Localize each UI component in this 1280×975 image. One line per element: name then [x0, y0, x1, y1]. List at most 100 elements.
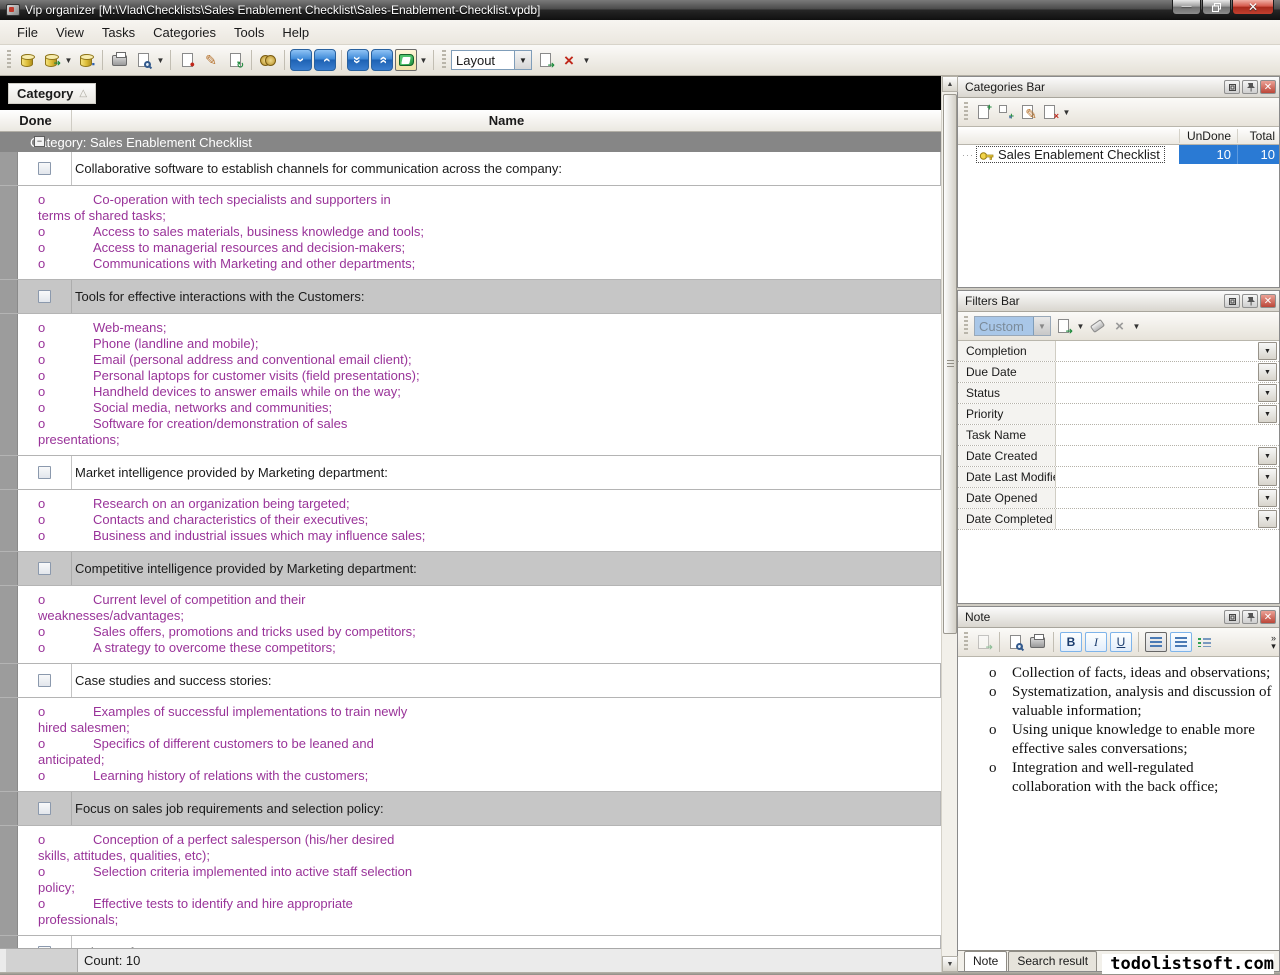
filter-value-field[interactable] — [1056, 362, 1258, 382]
apply-filter-button[interactable]: ➜ — [1054, 317, 1073, 336]
note-print-preview-button[interactable] — [1006, 633, 1025, 652]
menu-item[interactable]: Help — [273, 22, 318, 43]
filter-value-field[interactable] — [1056, 488, 1258, 508]
task-checkbox[interactable] — [38, 562, 51, 575]
move-up-button[interactable]: › — [314, 49, 336, 71]
note-pin-button[interactable] — [1242, 610, 1258, 624]
bold-button[interactable]: B — [1060, 632, 1082, 652]
open-dropdown-arrow[interactable]: ▼ — [64, 56, 73, 65]
clear-filter-button[interactable] — [1088, 317, 1107, 336]
edit-task-button[interactable]: ✎ — [200, 49, 222, 71]
categories-pin-button[interactable] — [1242, 80, 1258, 94]
filter-dropdown-button[interactable]: ▼ — [1258, 447, 1277, 465]
note-restore-button[interactable] — [1224, 610, 1240, 624]
filters-toolbar-grip[interactable] — [964, 316, 968, 336]
note-toolbar-overflow[interactable]: »▾ — [1271, 634, 1276, 650]
task-checkbox[interactable] — [38, 466, 51, 479]
filters-restore-button[interactable] — [1224, 294, 1240, 308]
task-checkbox[interactable] — [38, 290, 51, 303]
task-row[interactable]: Case studies and success stories: — [0, 664, 941, 698]
task-row[interactable]: Collaborative software to establish chan… — [0, 152, 941, 186]
save-database-button[interactable]: ▪ — [75, 49, 97, 71]
find-task-button[interactable] — [257, 49, 279, 71]
apply-layout-button[interactable]: ➜ — [534, 49, 556, 71]
layout-overflow-arrow[interactable]: ▼ — [582, 56, 591, 65]
filters-close-button[interactable]: ✕ — [1260, 294, 1276, 308]
new-category-button[interactable]: + — [974, 103, 993, 122]
filter-value-field[interactable] — [1056, 425, 1258, 445]
italic-button[interactable]: I — [1085, 632, 1107, 652]
filter-value-field[interactable] — [1056, 341, 1258, 361]
filter-dropdown-button[interactable]: ▼ — [1258, 489, 1277, 507]
filter-dropdown-button[interactable]: ▼ — [1258, 468, 1277, 486]
filter-dropdown-button[interactable]: ▼ — [1258, 405, 1277, 423]
filters-toolbar-overflow[interactable]: ▼ — [1132, 322, 1141, 331]
move-down-button[interactable]: › — [290, 49, 312, 71]
print-button[interactable] — [108, 49, 130, 71]
note-print-button[interactable] — [1028, 633, 1047, 652]
menu-item[interactable]: View — [47, 22, 93, 43]
task-row[interactable]: Tools for effective interactions with th… — [0, 280, 941, 314]
move-top-button[interactable]: » — [371, 49, 393, 71]
apply-filter-dropdown[interactable]: ▼ — [1076, 322, 1085, 331]
categories-restore-button[interactable] — [1224, 80, 1240, 94]
menu-item[interactable]: File — [8, 22, 47, 43]
undone-column-header[interactable]: UnDone — [1179, 129, 1237, 143]
scroll-up-arrow[interactable]: ▲ — [942, 76, 958, 92]
toolbar-grip-2[interactable] — [442, 50, 446, 70]
task-checkbox[interactable] — [38, 162, 51, 175]
bullet-list-button[interactable] — [1195, 633, 1214, 652]
group-by-category-button[interactable]: Category △ — [8, 83, 96, 104]
note-content[interactable]: o Collection of facts, ideas and observa… — [958, 657, 1279, 950]
minimize-button[interactable]: — — [1172, 0, 1201, 15]
task-checkbox[interactable] — [38, 674, 51, 687]
note-tab[interactable]: Note — [964, 951, 1007, 972]
task-row[interactable]: Focus on sales job requirements and sele… — [0, 792, 941, 826]
vertical-scrollbar[interactable]: ▲ ▼ — [941, 76, 957, 972]
note-toolbar-grip[interactable] — [964, 632, 968, 652]
task-row[interactable]: Market intelligence provided by Marketin… — [0, 456, 941, 490]
delete-category-button[interactable]: × — [1040, 103, 1059, 122]
task-row[interactable]: Competitive intelligence provided by Mar… — [0, 552, 941, 586]
menu-item[interactable]: Tasks — [93, 22, 144, 43]
filter-value-field[interactable] — [1056, 509, 1258, 529]
total-column-header[interactable]: Total — [1237, 129, 1279, 143]
filters-pin-button[interactable] — [1242, 294, 1258, 308]
move-bottom-button[interactable]: » — [347, 49, 369, 71]
collapse-icon[interactable]: − — [34, 136, 45, 147]
categories-toolbar-grip[interactable] — [964, 102, 968, 122]
delete-filter-button[interactable]: × — [1110, 317, 1129, 336]
new-task-button[interactable]: ● — [176, 49, 198, 71]
layout-combobox[interactable]: Layout ▼ — [451, 50, 532, 70]
toolbar-grip[interactable] — [7, 50, 11, 70]
filter-dropdown-button[interactable]: ▼ — [1258, 363, 1277, 381]
save-note-button[interactable]: ➜ — [974, 633, 993, 652]
name-column-header[interactable]: Name — [72, 113, 941, 128]
category-focus-box[interactable]: Sales Enablement Checklist — [976, 146, 1165, 163]
underline-button[interactable]: U — [1110, 632, 1132, 652]
filter-value-field[interactable] — [1056, 404, 1258, 424]
scroll-thumb[interactable] — [943, 94, 957, 634]
note-tab[interactable]: Search result — [1008, 951, 1097, 971]
task-checkbox[interactable] — [38, 802, 51, 815]
delete-layout-button[interactable]: × — [558, 49, 580, 71]
new-database-button[interactable] — [16, 49, 38, 71]
filter-value-field[interactable] — [1056, 467, 1258, 487]
task-checkbox[interactable] — [38, 946, 51, 948]
group-row[interactable]: − Category: Sales Enablement Checklist — [0, 132, 941, 152]
menu-item[interactable]: Tools — [225, 22, 273, 43]
align-right-button[interactable] — [1170, 632, 1192, 652]
layout-toggle-button[interactable] — [395, 49, 417, 71]
layout-toggle-dropdown-arrow[interactable]: ▼ — [419, 56, 428, 65]
filter-dropdown-button[interactable]: ▼ — [1258, 384, 1277, 402]
filter-preset-dropdown[interactable]: ▼ — [1033, 317, 1050, 335]
categories-close-button[interactable]: ✕ — [1260, 80, 1276, 94]
layout-combobox-dropdown[interactable]: ▼ — [514, 51, 531, 69]
close-button[interactable]: ✕ — [1232, 0, 1274, 15]
restore-button[interactable] — [1202, 0, 1231, 15]
print-dropdown-arrow[interactable]: ▼ — [156, 56, 165, 65]
filter-dropdown-button[interactable]: ▼ — [1258, 342, 1277, 360]
filter-value-field[interactable] — [1056, 383, 1258, 403]
new-subcategory-button[interactable]: +▪ — [996, 103, 1015, 122]
category-row[interactable]: ··· Sales Enablement Checklist 10 10 — [958, 145, 1279, 164]
